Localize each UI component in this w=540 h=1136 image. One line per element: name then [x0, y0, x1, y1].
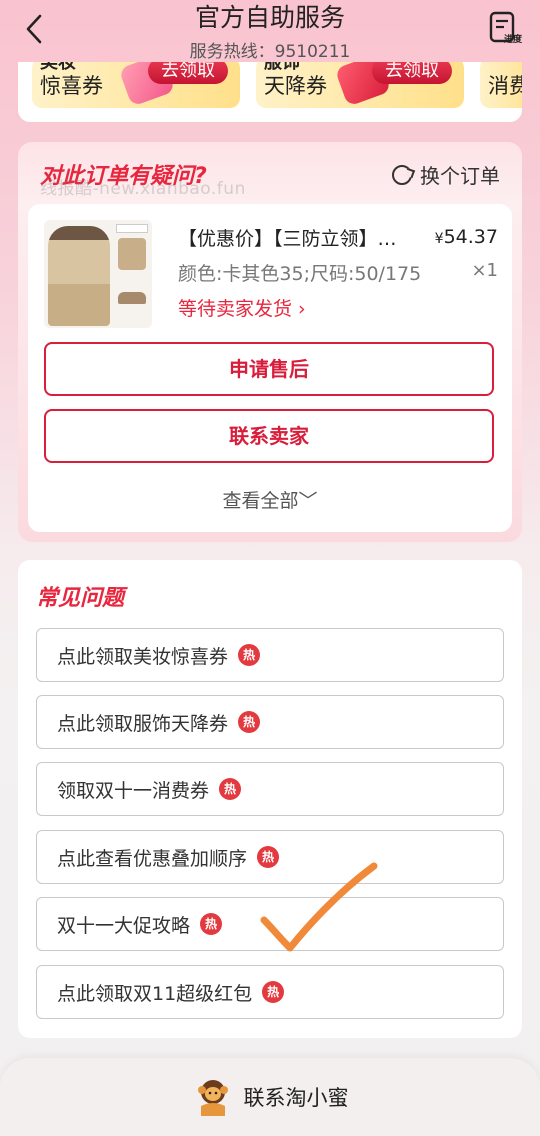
page-title: 官方自助服务 — [194, 3, 345, 32]
service-hotline: 服务热线：9510211 — [189, 42, 351, 62]
coupon-name: 天降券 — [264, 74, 327, 98]
product-thumbnail[interactable] — [44, 220, 152, 328]
faq-item-label: 点此领取服饰天降券 — [57, 712, 229, 735]
jacket-image — [118, 238, 146, 270]
faq-item[interactable]: 点此领取美妆惊喜券热 — [36, 628, 504, 682]
product-price: ¥54.37 — [435, 226, 498, 248]
faq-item-label: 点此领取双11超级红包 — [57, 982, 253, 1005]
progress-label: 进度 — [503, 35, 522, 45]
product-quantity: ×1 — [471, 260, 498, 281]
hot-badge: 热 — [200, 913, 223, 935]
faq-item-label: 双十一大促攻略 — [57, 914, 191, 937]
faq-item[interactable]: 点此查看优惠叠加顺序热 — [36, 830, 504, 884]
faq-item[interactable]: 领取双十一消费券热 — [36, 762, 504, 816]
coupon-name: 消费 — [488, 74, 522, 98]
watermark: 线报酷-new.xianbao.fun — [40, 179, 246, 199]
claim-button[interactable]: 去领取 — [148, 62, 228, 84]
faq-item-label: 点此领取美妆惊喜券 — [57, 645, 229, 668]
coupon-name: 惊喜券 — [40, 74, 103, 98]
switch-order-button[interactable]: 换个订单 — [392, 160, 500, 189]
bottom-bar: 联系淘小蜜 — [0, 1058, 540, 1136]
coupon-consumer[interactable]: 消费 — [480, 62, 522, 108]
view-all-button[interactable]: 查看全部﹀ — [28, 486, 512, 513]
claim-button[interactable]: 去领取 — [372, 62, 452, 84]
refresh-icon — [392, 164, 412, 185]
coupon-apparel[interactable]: 服饰 天降券 去领取 — [256, 62, 464, 108]
shoe-image — [118, 292, 146, 304]
order-details: 【优惠价】【三防立领】… ¥54.37 颜色:卡其色35;尺码:50/175 ×… — [28, 204, 512, 532]
hot-badge: 热 — [238, 711, 261, 733]
faq-item[interactable]: 点此领取双11超级红包热 — [36, 965, 504, 1019]
mascot-icon — [192, 1076, 234, 1118]
coupon-strip: 美妆 惊喜券 去领取 服饰 天降券 去领取 消费 — [18, 62, 522, 122]
product-spec: 颜色:卡其色35;尺码:50/175 — [178, 263, 422, 285]
switch-order-label: 换个订单 — [420, 164, 500, 188]
order-card: 对此订单有疑问? 线报酷-new.xianbao.fun 换个订单 【优惠价】【… — [18, 142, 522, 542]
coupon-beauty[interactable]: 美妆 惊喜券 去领取 — [32, 62, 240, 108]
faq-item[interactable]: 点此领取服饰天降券热 — [36, 695, 504, 749]
faq-title: 常见问题 — [36, 586, 125, 611]
hot-badge: 热 — [219, 778, 242, 800]
currency-symbol: ¥ — [434, 231, 444, 247]
product-name[interactable]: 【优惠价】【三防立领】… — [178, 224, 428, 251]
contact-assistant-button[interactable]: 联系淘小蜜 — [0, 1076, 540, 1118]
hot-badge: 热 — [238, 644, 261, 666]
header: 官方自助服务 服务热线：9510211 进度 — [0, 0, 540, 62]
product-tag-image — [116, 224, 148, 233]
contact-assistant-label: 联系淘小蜜 — [243, 1086, 349, 1110]
faq-item[interactable]: 双十一大促攻略热 — [36, 897, 504, 951]
product-model-image — [48, 226, 110, 326]
price-value: 54.37 — [443, 226, 498, 248]
faq-item-label: 点此查看优惠叠加顺序 — [57, 847, 248, 870]
hot-badge: 热 — [262, 981, 285, 1003]
hot-badge: 热 — [257, 846, 280, 868]
faq-card: 常见问题 点此领取美妆惊喜券热 点此领取服饰天降券热 领取双十一消费券热 点此查… — [18, 560, 522, 1038]
progress-button[interactable]: 进度 — [488, 10, 522, 46]
faq-item-label: 领取双十一消费券 — [57, 779, 210, 802]
apply-after-sale-button[interactable]: 申请售后 — [44, 342, 494, 396]
contact-seller-button[interactable]: 联系卖家 — [44, 409, 494, 463]
order-status-link[interactable]: 等待卖家发货 › — [178, 294, 306, 321]
